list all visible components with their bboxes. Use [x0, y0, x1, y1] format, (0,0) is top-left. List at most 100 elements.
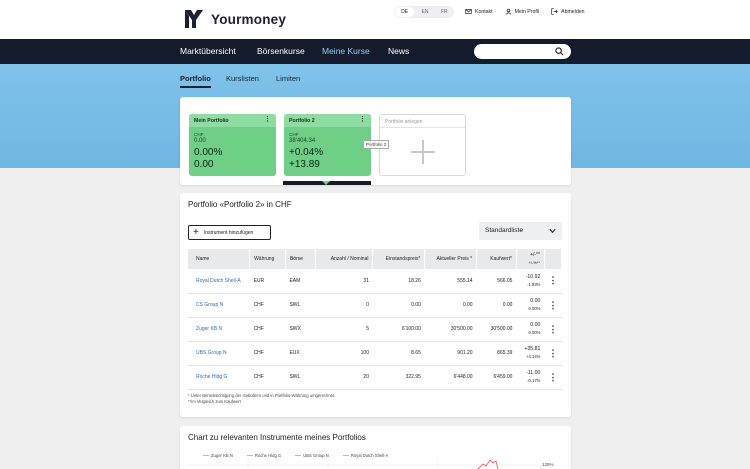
chart-preview: 125%	[188, 458, 554, 469]
language-switcher[interactable]: DE EN FR	[394, 6, 454, 18]
portfolio-card-header: Mein Portfolio ⋮	[189, 114, 276, 127]
lang-option-fr[interactable]: FR	[435, 7, 454, 17]
instrument-name[interactable]: Royal Dutch Shell-A	[188, 269, 250, 294]
list-select[interactable]: Standardliste	[479, 222, 562, 240]
footnote: **im Vergleich zum Kaufwert	[188, 399, 241, 404]
row-menu-icon[interactable]: ⋮	[544, 269, 562, 294]
portfolio-currency: CHF	[289, 132, 299, 137]
top-links: Kontakt Mein Profil Abmelden	[465, 8, 584, 15]
quantity-cell: 31	[315, 269, 373, 294]
table-row[interactable]: CS Group N CHF SWL 0 0.00 0.00 0.00 0.00…	[188, 293, 562, 318]
chart-axis-label: 125%	[542, 462, 554, 467]
col-header-cost[interactable]: Einstandspreis*	[372, 249, 426, 269]
logout-link[interactable]: Abmelden	[551, 8, 584, 15]
col-header-currency[interactable]: Währung	[249, 249, 286, 269]
currency-cell: CHF	[249, 365, 286, 390]
change-pct: -1.93%	[527, 281, 541, 287]
row-menu-icon[interactable]: ⋮	[544, 293, 562, 318]
more-icon[interactable]: ⋮	[359, 116, 366, 123]
chart-section-title: Chart zu relevanten Instrumente meines P…	[188, 433, 366, 442]
price-cell: 555.14	[424, 269, 477, 294]
currency-cell: CHF	[249, 293, 286, 318]
brand-logo[interactable]: Yourmoney	[183, 6, 286, 32]
exchange-cell: SWL	[285, 365, 316, 390]
table-row[interactable]: Royal Dutch Shell-A EUR EAM 31 18.26 555…	[188, 269, 562, 294]
legend-line	[246, 455, 253, 456]
price-cell: 6'448.00	[424, 365, 477, 390]
add-instrument-label: Instrument hinzufügen	[203, 229, 254, 236]
section-title: Portfolio «Portfolio 2» in CHF	[188, 200, 292, 209]
portfolio-change-pct: +0.04%	[289, 147, 324, 158]
change-pct: -0.17%	[527, 378, 541, 383]
list-select-value: Standardliste	[485, 227, 523, 234]
change-pct: +4.14%	[526, 354, 541, 359]
col-header-exchange[interactable]: Börse	[285, 249, 316, 269]
change-abs: 0.00	[530, 322, 541, 328]
table-row[interactable]: Zuger KB N CHF SWX 5 6'100.00 30'500.00 …	[188, 317, 562, 342]
user-icon	[505, 8, 511, 15]
instrument-name[interactable]: Zuger KB N	[188, 317, 250, 342]
portfolio-currency: CHF	[194, 132, 204, 137]
change-cell: 0.00 0.00%	[516, 317, 545, 342]
change-cell: -10.92 -1.93%	[516, 269, 545, 294]
more-icon[interactable]: ⋮	[264, 116, 271, 123]
contact-label: Kontakt	[475, 8, 493, 15]
col-header-price[interactable]: Aktueller Preis *	[424, 249, 478, 269]
subnav-tab-kurslisten[interactable]: Kurslisten	[226, 74, 259, 83]
cost-cell: 322.95	[372, 365, 425, 390]
instrument-name[interactable]: CS Group N	[188, 293, 250, 318]
change-abs: -10.92	[525, 273, 541, 280]
subnav-tab-limiten[interactable]: Limiten	[276, 74, 300, 83]
col-header-name[interactable]: Name	[188, 249, 251, 269]
nav-item-meine-kurse[interactable]: Meine Kurse	[322, 46, 370, 56]
legend-line	[342, 455, 349, 456]
nav-item-news[interactable]: News	[388, 46, 409, 56]
exchange-cell: SWX	[285, 317, 316, 342]
row-menu-icon[interactable]: ⋮	[544, 365, 562, 390]
instrument-name[interactable]: UBS Group N	[188, 341, 250, 366]
brand-name: Yourmoney	[211, 11, 287, 27]
instrument-name[interactable]: Roche Hldg G	[188, 365, 250, 390]
profile-link[interactable]: Mein Profil	[505, 8, 539, 15]
new-portfolio-card[interactable]: Portfolio anlegen	[379, 114, 466, 176]
portfolio-card-active[interactable]: Portfolio 2 ⋮ CHF 38'404.34 +0.04% +13.8…	[284, 114, 371, 176]
new-portfolio-label: Portfolio anlegen	[380, 115, 465, 128]
portfolio-value: 0.00	[194, 138, 206, 144]
portfolio-change-abs: 0.00	[194, 159, 214, 170]
value-cell: 566.05	[476, 269, 517, 294]
portfolio-card-header: Portfolio 2 ⋮	[284, 114, 371, 127]
price-cell: 901.20	[424, 341, 477, 366]
col-header-change-abs: +/-**	[530, 251, 540, 258]
exchange-cell: SWL	[285, 293, 316, 318]
nav-item-marktuebersicht[interactable]: Marktübersicht	[180, 46, 236, 56]
row-menu-icon[interactable]: ⋮	[544, 341, 562, 366]
table-row[interactable]: Roche Hldg G CHF SWL 20 322.95 6'448.00 …	[188, 365, 562, 390]
exchange-cell: EAM	[285, 269, 316, 294]
col-header-value[interactable]: Kaufwert*	[476, 249, 517, 269]
lang-option-en[interactable]: EN	[415, 7, 434, 17]
search-icon[interactable]	[555, 47, 564, 56]
col-header-change[interactable]: +/-** +/-%**	[516, 249, 545, 269]
search-input[interactable]	[474, 44, 571, 59]
contact-link[interactable]: Kontakt	[465, 8, 493, 15]
currency-cell: CHF	[249, 317, 286, 342]
lang-option-de[interactable]: DE	[395, 7, 415, 17]
table-row[interactable]: UBS Group N CHF EUX 100 8.65 901.20 865.…	[188, 341, 562, 366]
price-cell: 30'500.00	[424, 317, 477, 342]
portfolio-card[interactable]: Mein Portfolio ⋮ CHF 0.00 0.00% 0.00	[189, 114, 276, 176]
change-abs: 0.00	[530, 298, 541, 304]
subnav-tab-portfolio[interactable]: Portfolio	[180, 74, 211, 83]
plus-icon	[411, 140, 435, 164]
change-abs: +35.81	[524, 346, 541, 352]
portfolio-name: Mein Portfolio	[194, 118, 229, 124]
top-bar: Yourmoney DE EN FR Kontakt Mein Profil A…	[0, 0, 750, 39]
logout-label: Abmelden	[561, 8, 585, 15]
col-header-change-pct: +/-%**	[528, 259, 540, 265]
portfolio-change-abs: +13.89	[289, 159, 320, 170]
nav-item-boersenkurse[interactable]: Börsenkurse	[257, 46, 305, 56]
row-menu-icon[interactable]: ⋮	[544, 317, 562, 342]
add-instrument-button[interactable]: + Instrument hinzufügen	[188, 225, 271, 240]
col-header-quantity[interactable]: Anzahl / Nominal	[315, 249, 374, 269]
legend-line	[203, 455, 209, 456]
main-nav: Marktübersicht Börsenkurse Meine Kurse N…	[0, 39, 750, 64]
